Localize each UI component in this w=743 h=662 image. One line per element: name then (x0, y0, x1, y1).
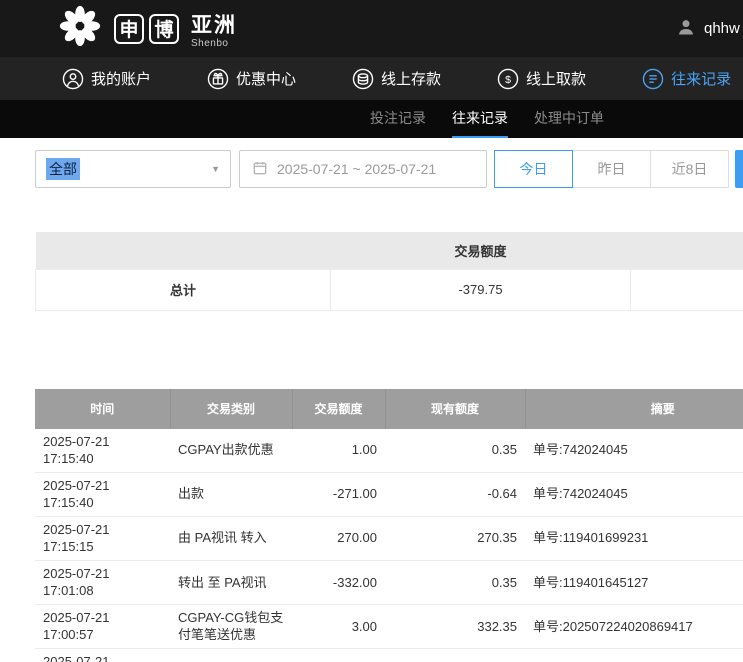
cell-time: 2025-07-21 17:15:40 (35, 472, 170, 516)
flower-logo-icon (57, 3, 103, 54)
nav-item-label: 优惠中心 (236, 68, 296, 89)
cell-type: 转出 至 PA视讯 (170, 560, 292, 604)
cell-memo: 单号:202507224020869417 (525, 604, 743, 648)
brand-logo[interactable]: 申 博 亚洲 Shenbo (57, 3, 237, 54)
cell-time: 2025-07-21 17:00:57 (35, 648, 170, 662)
account-icon (62, 68, 84, 90)
transactions-table: 时间 交易类别 交易额度 现有额度 摘要 2025-07-21 17:15:40… (35, 389, 743, 662)
col-header-balance: 现有额度 (385, 389, 525, 429)
nav-item-records[interactable]: 往来记录 (642, 68, 731, 90)
nav-item-withdraw[interactable]: $ 线上取款 (497, 68, 586, 90)
cell-amount: -332.00 (292, 560, 385, 604)
cell-balance: 332.35 (385, 604, 525, 648)
promo-icon (207, 68, 229, 90)
summary-total-value: -379.75 (331, 269, 631, 310)
records-icon (642, 68, 664, 90)
col-header-type: 交易类别 (170, 389, 292, 429)
nav-item-promotions[interactable]: 优惠中心 (207, 68, 296, 90)
cell-time: 2025-07-21 17:15:15 (35, 516, 170, 560)
summary-table: 交易额度 总计 -379.75 (35, 232, 743, 311)
chevron-down-icon: ▼ (211, 164, 220, 174)
sub-nav: 投注记录 往来记录 处理中订单 (0, 100, 743, 138)
user-account-menu[interactable]: qhhw (676, 0, 740, 57)
summary-header-spacer-right (631, 232, 743, 269)
brand-char-1: 申 (114, 14, 144, 44)
cell-balance: -0.64 (385, 472, 525, 516)
search-button[interactable] (735, 150, 743, 188)
table-row: 2025-07-21 17:00:57 CGPAY-CG钱包支付笔笔送优惠 3.… (35, 604, 743, 648)
yesterday-button[interactable]: 昨日 (572, 150, 651, 188)
nav-item-label: 往来记录 (671, 68, 731, 89)
cell-type: 出款 (170, 472, 292, 516)
today-button[interactable]: 今日 (494, 150, 573, 188)
cell-amount: 270.00 (292, 516, 385, 560)
top-header: 申 博 亚洲 Shenbo qhhw (0, 0, 743, 57)
withdraw-icon: $ (497, 68, 519, 90)
cell-memo: 单号:119401699231 (525, 516, 743, 560)
cell-balance: 270.35 (385, 516, 525, 560)
col-header-time: 时间 (35, 389, 170, 429)
summary-total-label: 总计 (36, 269, 331, 310)
deposit-icon (352, 68, 374, 90)
calendar-icon (252, 160, 268, 179)
username: qhhw (704, 20, 740, 37)
user-avatar-icon (676, 17, 696, 41)
tab-transaction-records[interactable]: 往来记录 (452, 100, 508, 138)
type-select-value: 全部 (46, 158, 80, 180)
brand-char-2: 博 (149, 14, 179, 44)
cell-time: 2025-07-21 17:01:08 (35, 560, 170, 604)
tab-betting-records[interactable]: 投注记录 (370, 100, 426, 138)
brand-name-block: 亚洲 Shenbo (191, 9, 237, 49)
quick-date-buttons: 今日 昨日 近8日 (495, 150, 729, 200)
nav-item-account[interactable]: 我的账户 (62, 68, 151, 90)
cell-amount: 300.00 (292, 648, 385, 662)
nav-item-label: 我的账户 (91, 68, 151, 89)
col-header-memo: 摘要 (525, 389, 743, 429)
cell-amount: 1.00 (292, 429, 385, 473)
svg-text:$: $ (505, 73, 511, 85)
cell-balance: 0.35 (385, 429, 525, 473)
cell-memo: 单号:119401645127 (525, 560, 743, 604)
col-header-amount: 交易额度 (292, 389, 385, 429)
cell-memo: 单号:742024045 (525, 429, 743, 473)
cell-balance: 0.35 (385, 560, 525, 604)
summary-header-label: 交易额度 (331, 232, 631, 269)
cell-type: CGPAY支付 (170, 648, 292, 662)
cell-balance: 329.35 (385, 648, 525, 662)
summary-empty-cell (631, 269, 743, 310)
date-range-value: 2025-07-21 ~ 2025-07-21 (277, 161, 436, 177)
table-row: 2025-07-21 17:15:40 出款 -271.00 -0.64 单号:… (35, 472, 743, 516)
transactions-body: 2025-07-21 17:15:40 CGPAY出款优惠 1.00 0.35 … (35, 429, 743, 662)
transactions-header-row: 时间 交易类别 交易额度 现有额度 摘要 (35, 389, 743, 429)
cell-time: 2025-07-21 17:15:40 (35, 429, 170, 473)
brand-name: 亚洲 (191, 9, 237, 39)
nav-item-label: 线上存款 (381, 68, 441, 89)
table-row: 2025-07-21 17:01:08 转出 至 PA视讯 -332.00 0.… (35, 560, 743, 604)
cell-memo: 单号:202507224020869417 (525, 648, 743, 662)
cell-time: 2025-07-21 17:00:57 (35, 604, 170, 648)
brand-character-boxes: 申 博 (114, 14, 179, 44)
table-row: 2025-07-21 17:00:57 CGPAY支付 300.00 329.3… (35, 648, 743, 662)
nav-item-label: 线上取款 (526, 68, 586, 89)
date-range-input[interactable]: 2025-07-21 ~ 2025-07-21 (239, 150, 487, 188)
nav-item-deposit[interactable]: 线上存款 (352, 68, 441, 90)
cell-type: CGPAY-CG钱包支付笔笔送优惠 (170, 604, 292, 648)
cell-amount: -271.00 (292, 472, 385, 516)
cell-memo: 单号:742024045 (525, 472, 743, 516)
summary-total-row: 总计 -379.75 (36, 269, 743, 310)
summary-header-row: 交易额度 (36, 232, 743, 269)
main-nav: 我的账户 优惠中心 线上存款 $ 线上取款 (0, 57, 743, 100)
cell-type: 由 PA视讯 转入 (170, 516, 292, 560)
summary-header-spacer-left (36, 232, 331, 269)
table-row: 2025-07-21 17:15:40 CGPAY出款优惠 1.00 0.35 … (35, 429, 743, 473)
tab-processing-orders[interactable]: 处理中订单 (534, 100, 604, 138)
table-row: 2025-07-21 17:15:15 由 PA视讯 转入 270.00 270… (35, 516, 743, 560)
filter-bar: 全部 ▼ 2025-07-21 ~ 2025-07-21 今日 昨日 近8日 (0, 138, 743, 200)
last-8-days-button[interactable]: 近8日 (650, 150, 729, 188)
cell-amount: 3.00 (292, 604, 385, 648)
type-select[interactable]: 全部 ▼ (35, 150, 231, 188)
brand-subtitle: Shenbo (191, 38, 237, 49)
cell-type: CGPAY出款优惠 (170, 429, 292, 473)
